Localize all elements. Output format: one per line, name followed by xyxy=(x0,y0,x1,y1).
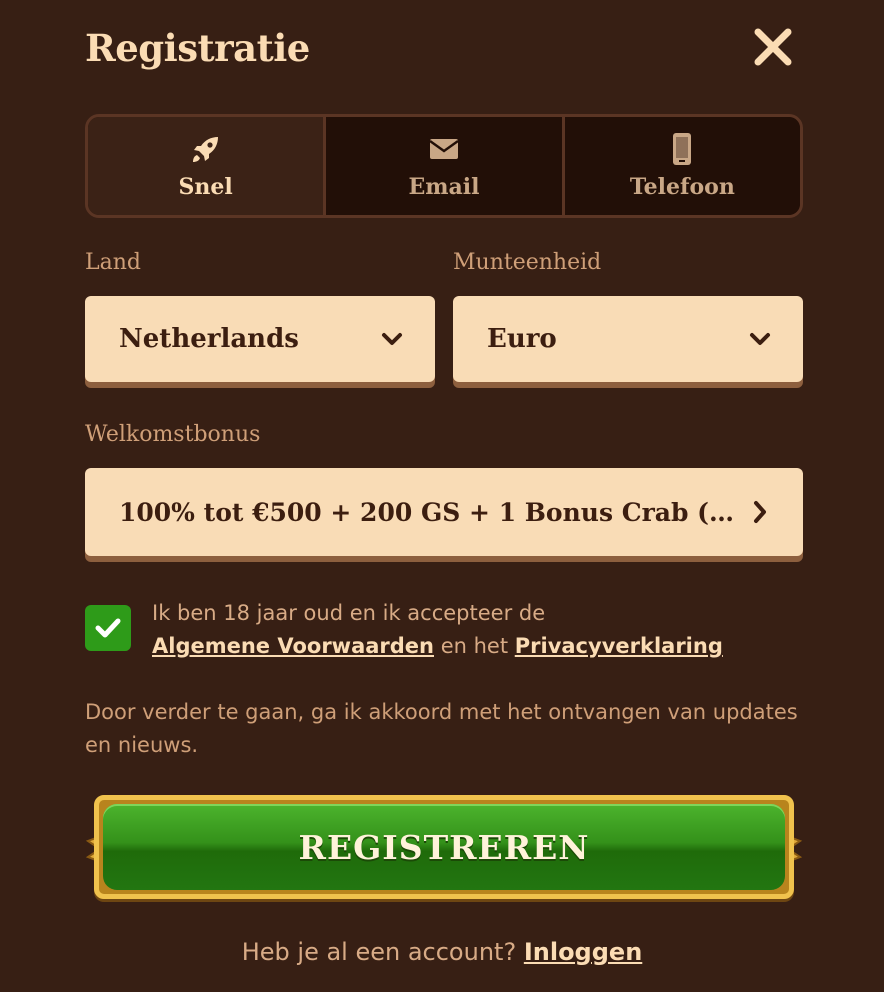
chevron-right-icon xyxy=(754,501,766,523)
consent-middle: en het xyxy=(440,634,509,658)
country-label: Land xyxy=(85,250,141,275)
privacy-link[interactable]: Privacyverklaring xyxy=(515,634,723,658)
terms-link[interactable]: Algemene Voorwaarden xyxy=(152,634,434,658)
register-button-label: REGISTREREN xyxy=(298,827,590,867)
tab-email[interactable]: Email xyxy=(326,117,565,215)
age-consent-checkbox[interactable] xyxy=(85,605,131,651)
consent-text: Ik ben 18 jaar oud en ik accepteer de Al… xyxy=(152,597,772,663)
country-value: Netherlands xyxy=(119,324,299,354)
bonus-label: Welkomstbonus xyxy=(85,422,261,447)
bonus-value: 100% tot €500 + 200 GS + 1 Bonus Crab (c… xyxy=(119,497,747,527)
modal-title: Registratie xyxy=(85,26,310,70)
register-button-face: REGISTREREN xyxy=(103,804,785,890)
bonus-select[interactable]: 100% tot €500 + 200 GS + 1 Bonus Crab (c… xyxy=(85,468,803,556)
registration-method-tabs: Snel Email Telefoon xyxy=(85,114,803,218)
tab-telefoon[interactable]: Telefoon xyxy=(564,117,800,215)
login-link[interactable]: Inloggen xyxy=(524,938,642,966)
login-prompt-row: Heb je al een account? Inloggen xyxy=(0,938,884,966)
close-icon xyxy=(754,28,792,66)
chevron-down-icon xyxy=(750,333,770,345)
currency-value: Euro xyxy=(487,324,557,354)
tab-snel[interactable]: Snel xyxy=(88,117,327,215)
tab-label: Snel xyxy=(178,174,233,200)
checkmark-icon xyxy=(95,618,121,638)
envelope-icon xyxy=(429,139,459,159)
rocket-icon xyxy=(192,137,218,162)
country-select[interactable]: Netherlands xyxy=(85,296,435,382)
updates-notice: Door verder te gaan, ga ik akkoord met h… xyxy=(85,700,798,757)
login-prompt: Heb je al een account? xyxy=(241,938,517,966)
register-button-wrapper: REGISTREREN xyxy=(84,795,804,903)
register-button[interactable]: REGISTREREN xyxy=(94,795,794,899)
currency-select[interactable]: Euro xyxy=(453,296,803,382)
tab-label: Telefoon xyxy=(629,174,735,200)
consent-prefix: Ik ben 18 jaar oud en ik accepteer de xyxy=(152,601,546,625)
phone-icon xyxy=(673,133,692,165)
close-button[interactable] xyxy=(748,22,798,72)
currency-label: Munteenheid xyxy=(453,250,602,275)
tab-label: Email xyxy=(408,174,480,200)
registration-modal: Registratie Snel Email Telefoon Land Net… xyxy=(0,0,884,992)
chevron-down-icon xyxy=(382,333,402,345)
